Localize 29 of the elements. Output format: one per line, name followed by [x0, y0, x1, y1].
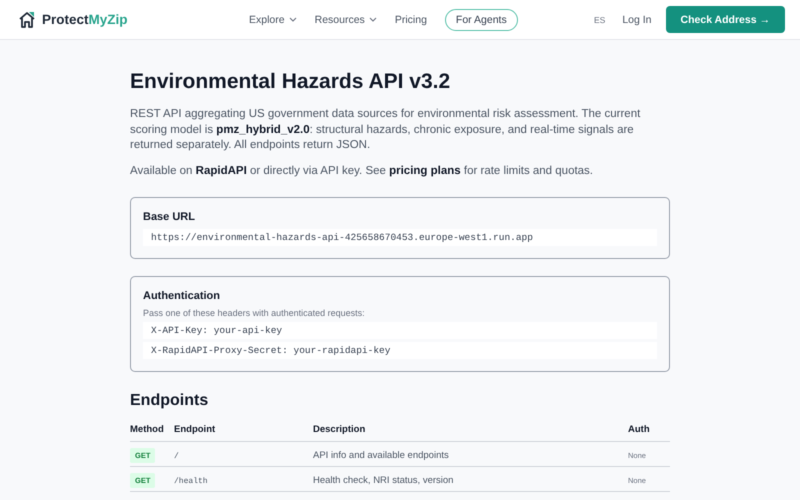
- language-link[interactable]: ES: [594, 14, 606, 24]
- nav-link[interactable]: Pricing: [394, 14, 427, 26]
- code-block: X-API-Key: your-api-key: [143, 322, 657, 339]
- nav-menu[interactable]: Explore: [249, 14, 297, 26]
- check-address-button[interactable]: Check Address →: [666, 6, 785, 33]
- code-block: X-RapidAPI-Proxy-Secret: your-rapidapi-key: [143, 342, 657, 359]
- brand-name[interactable]: ProtectMyZip: [42, 12, 128, 27]
- endpoint-description: Health check, NRI status, version: [313, 475, 454, 486]
- card-title: Base URL: [143, 211, 196, 223]
- availability-paragraph: Available on RapidAPI or directly via API key. See pricing plans for rate limits and quotas.: [130, 164, 594, 178]
- chevron-down-icon: [288, 17, 297, 22]
- card-note: Pass one of these headers with authenticated requests:: [143, 308, 366, 318]
- intro-paragraph: REST API aggregating US government data sources for environmental risk assessment. The current scoring model is pmz_hybrid_v2.0: structural hazards, chronic exposure, and real-time signals are returned separately. All endpoints return JSON.: [130, 107, 642, 153]
- endpoint-path: /health: [174, 477, 208, 486]
- column-header: Endpoint: [174, 424, 313, 442]
- endpoint-path: /: [174, 452, 179, 461]
- endpoint-description: API info and available endpoints: [313, 450, 449, 461]
- page-title: Environmental Hazards API v3.2: [130, 70, 452, 94]
- column-header: Auth: [628, 424, 670, 442]
- login-link[interactable]: Log In: [622, 14, 652, 26]
- column-header: Description: [313, 424, 628, 442]
- nav-menu[interactable]: Resources: [314, 14, 377, 26]
- for-agents-button[interactable]: For Agents: [444, 8, 518, 30]
- house-icon: [17, 10, 37, 30]
- section-heading: Endpoints: [130, 392, 210, 410]
- card-title: Authentication: [143, 290, 221, 302]
- chevron-down-icon: [368, 17, 377, 22]
- code-block: https://environmental-hazards-api-425658670453.europe-west1.run.app: [143, 229, 657, 246]
- column-header: Method: [130, 424, 174, 442]
